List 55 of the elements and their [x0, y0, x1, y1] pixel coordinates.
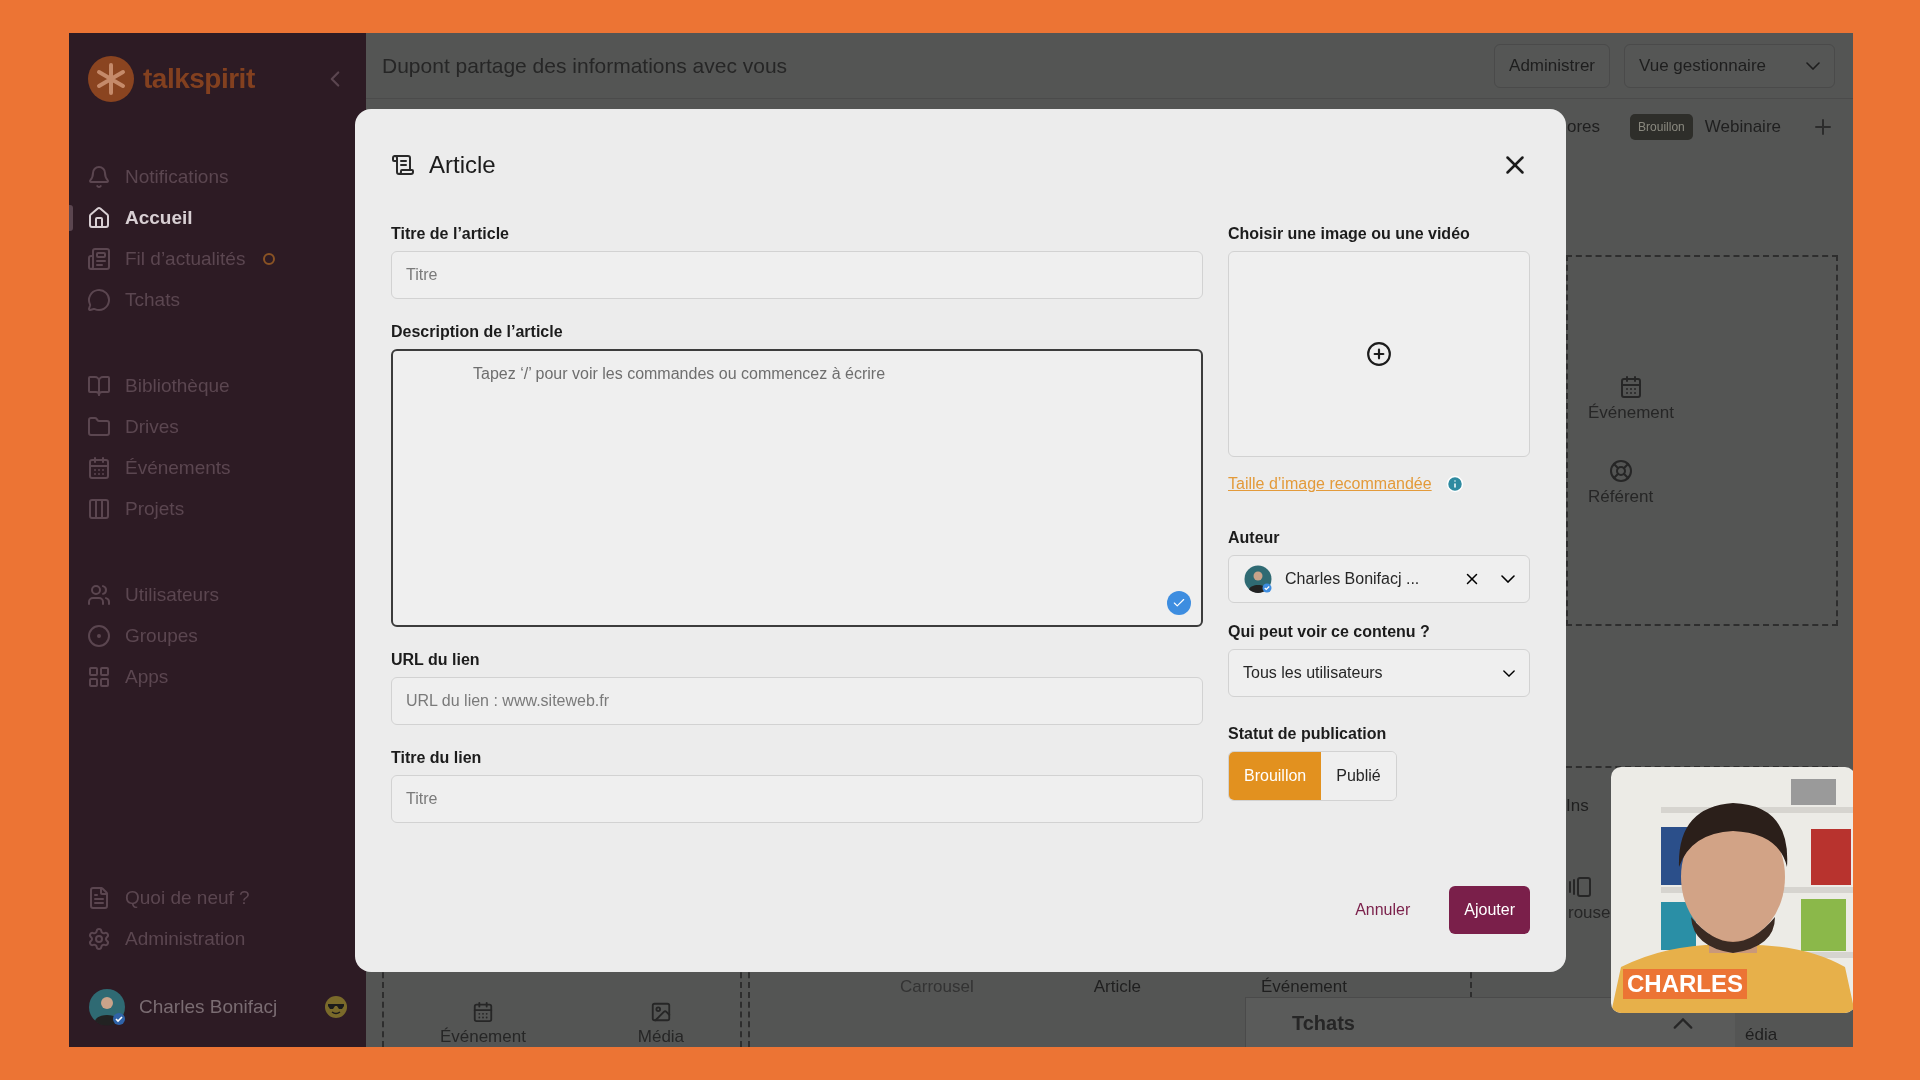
calendar-icon: [471, 1001, 494, 1023]
chevron-down-icon: [1501, 575, 1515, 583]
document-icon: [87, 885, 111, 910]
image-size-link[interactable]: Taille d’image recommandée: [1228, 475, 1432, 493]
cancel-button[interactable]: Annuler: [1340, 886, 1426, 934]
add-button[interactable]: Ajouter: [1449, 886, 1530, 934]
settings-icon: [87, 926, 111, 951]
field-label: Qui peut voir ce contenu ?: [1228, 623, 1431, 641]
status-option[interactable]: Brouillon: [1229, 752, 1322, 800]
author-select[interactable]: Charles Bonifacj ...: [1228, 555, 1530, 603]
field-label: Description de l’article: [391, 323, 564, 341]
input-field[interactable]: Titre: [391, 251, 1203, 299]
view-dropdown[interactable]: Vue gestionnaire: [1624, 43, 1835, 88]
logo-text: talkspirit: [143, 63, 256, 95]
field-label: Choisir une image ou une vidéo: [1228, 225, 1471, 243]
image-icon: [649, 1001, 672, 1023]
speaker-caption: CHARLES: [1623, 969, 1747, 999]
lifebuoy-icon: [1608, 458, 1633, 483]
columns-icon: [87, 496, 111, 521]
admin-button[interactable]: Administrer: [1494, 43, 1611, 88]
carousel-icon: [1568, 875, 1592, 899]
logo-icon: [87, 55, 135, 103]
grid-icon: [87, 664, 111, 689]
info-icon[interactable]: [1445, 475, 1464, 493]
calendar-icon: [1619, 374, 1643, 399]
chat-bubble-icon: [87, 287, 111, 312]
field-label: Statut de publication: [1228, 725, 1388, 743]
field-label: URL du lien: [391, 651, 481, 669]
dialog-title: Article: [429, 151, 497, 179]
input-field[interactable]: URL du lien : www.siteweb.fr: [391, 677, 1203, 725]
add-icon: [1366, 341, 1392, 367]
home-icon: [87, 205, 111, 230]
chevron-up-icon: [1673, 1018, 1693, 1029]
avatar-icon: [1243, 564, 1273, 594]
chevron-down-icon: [1503, 669, 1515, 677]
chevron-down-icon: [1806, 61, 1820, 70]
draft-badge: Brouillon: [1630, 114, 1693, 140]
input-field[interactable]: Titre: [391, 775, 1203, 823]
bell-icon: [87, 164, 111, 189]
folder-icon: [87, 414, 111, 439]
book-icon: [87, 373, 111, 398]
field-label: Auteur: [1228, 529, 1281, 547]
sunglasses-face-icon: [324, 995, 348, 1019]
visibility-select[interactable]: Tous les utilisateurs: [1228, 649, 1530, 697]
article-icon: [391, 153, 415, 177]
circles-icon: [87, 623, 111, 648]
sidebar-item[interactable]: Accueil: [69, 197, 366, 238]
newspaper-icon: [87, 246, 111, 271]
description-editor[interactable]: Tapez ‘/’ pour voir les commandes ou commencez à écrire: [391, 349, 1203, 627]
avatar-icon: [87, 987, 127, 1027]
field-label: Titre de l’article: [391, 225, 510, 243]
users-icon: [87, 582, 111, 607]
calendar-icon: [87, 455, 111, 480]
user-name[interactable]: Charles Bonifacj: [139, 996, 312, 1018]
field-label: Titre du lien: [391, 749, 483, 767]
